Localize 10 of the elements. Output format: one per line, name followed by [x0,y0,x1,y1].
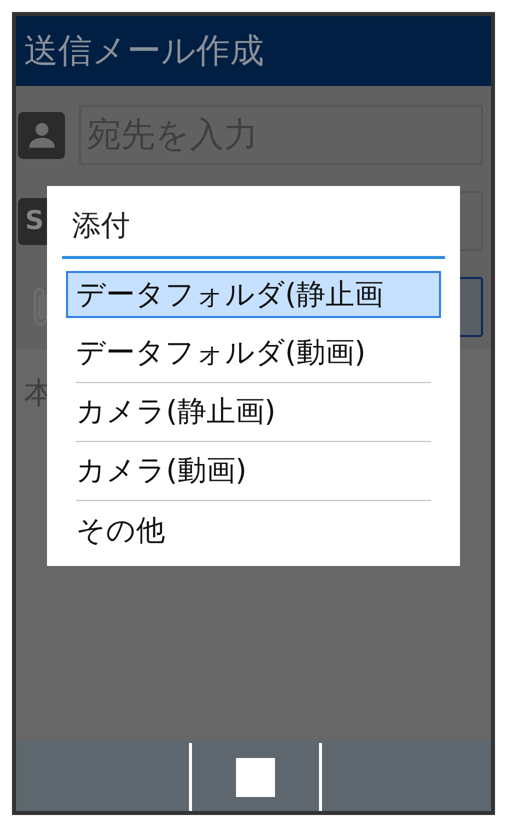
dialog-title: 添付 [71,207,131,244]
subject-icon-letter: S [25,206,44,236]
menu-item[interactable]: データフォルダ(動画) [76,324,431,383]
contact-button[interactable] [18,112,65,158]
window-title: 送信メール作成 [24,30,264,73]
menu-item[interactable]: データフォルダ(静止画 [66,271,441,318]
menu-item[interactable]: カメラ(静止画) [76,383,431,442]
menu-item[interactable]: カメラ(動画) [76,442,431,501]
menu-item[interactable]: その他 [76,501,431,560]
stop-icon [236,758,275,796]
